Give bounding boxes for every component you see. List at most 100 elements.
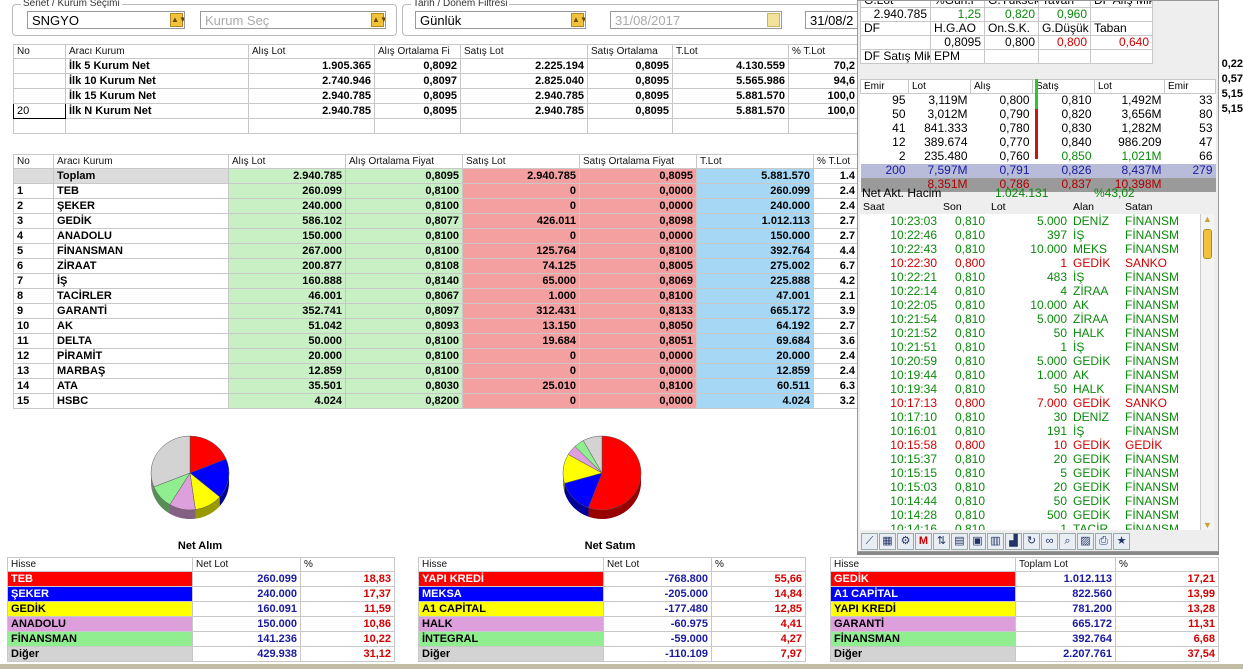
book-row[interactable]: 2 235.480 0,760 0,850 1,021M 66 [861, 150, 1216, 164]
scroll-thumb[interactable] [1203, 229, 1212, 259]
book-row[interactable]: 12 389.674 0,770 0,840 986.209 47 [861, 136, 1216, 150]
calendar-icon[interactable]: ▣ [969, 533, 986, 550]
trade-row[interactable]: 10:15:15 0,810 5 GEDİK FİNANSM [860, 466, 1200, 480]
trade-row[interactable]: 10:22:46 0,810 397 İŞ FİNANSM [860, 228, 1200, 242]
table-row[interactable]: Toplam 2.940.785 0,8095 2.940.785 0,8095 5.88… [13, 168, 859, 184]
date-to-field[interactable]: 31/08/2 [805, 11, 865, 29]
chart-icon[interactable]: ⟋ [861, 533, 878, 550]
document-icon[interactable]: ▤ [951, 533, 968, 550]
list-item[interactable]: ANADOLU 150.000 10,86 [7, 616, 395, 632]
table-row[interactable]: 3 GEDİK 586.102 0,8077 426.011 0,8098 1.012.11… [13, 213, 859, 229]
table-cell: 0,8100 [345, 198, 463, 214]
list-item[interactable]: A1 CAPİTAL 822.560 13,99 [830, 586, 1219, 602]
trade-row[interactable]: 10:19:34 0,810 50 HALK FİNANSM [860, 382, 1200, 396]
m-icon[interactable]: M [915, 533, 932, 550]
list-item[interactable]: Diğer -110.109 7,97 [418, 646, 806, 662]
dropdown-arrow-icon[interactable]: ▲▼ [371, 13, 385, 27]
calendar-icon[interactable] [767, 13, 780, 27]
list-item[interactable]: Diğer 429.938 31,12 [7, 646, 395, 662]
dropdown-arrow-icon[interactable]: ▲▼ [571, 13, 585, 27]
trade-row[interactable]: 10:14:28 0,810 500 GEDİK FİNANSM [860, 508, 1200, 522]
binoculars-icon[interactable]: ∞ [1041, 533, 1058, 550]
trade-row[interactable]: 10:15:37 0,810 20 GEDİK FİNANSM [860, 452, 1200, 466]
pattern-icon[interactable]: ▨ [1077, 533, 1094, 550]
list-item[interactable]: İNTEGRAL -59.000 4,27 [418, 631, 806, 647]
n-input[interactable]: 20 [13, 103, 66, 119]
list-item[interactable]: ŞEKER 240.000 17,37 [7, 586, 395, 602]
table-row[interactable]: 2 ŞEKER 240.000 0,8100 0 0,0000 240.000 2.4 [13, 198, 859, 214]
table-row[interactable]: 7 İŞ 160.888 0,8140 65.000 0,8069 225.888 4.2 [13, 273, 859, 289]
scroll-up-icon[interactable]: ▲ [1201, 214, 1214, 227]
table-row[interactable]: 13 MARBAŞ 12.859 0,8100 0 0,0000 12.859 2.4 [13, 363, 859, 379]
table-row[interactable]: 12 PİRAMİT 20.000 0,8100 0 0,0000 20.000 2.4 [13, 348, 859, 364]
table-cell: 0 [462, 363, 580, 379]
list-item[interactable]: Diğer 2.207.761 37,54 [830, 646, 1219, 662]
table-row[interactable]: 8 TACİRLER 46.001 0,8067 1.000 0,8100 47.001 2.… [13, 288, 859, 304]
trades-scrollbar[interactable]: ▲ ▼ [1200, 214, 1214, 530]
trade-row[interactable]: 10:23:03 0,810 5.000 DENİZ FİNANSM [860, 214, 1200, 228]
trade-row[interactable]: 10:17:13 0,800 7.000 GEDİK SANKO [860, 396, 1200, 410]
scroll-down-icon[interactable]: ▼ [1201, 520, 1214, 530]
table-row[interactable]: 9 GARANTİ 352.741 0,8097 312.431 0,8133 665.17… [13, 303, 859, 319]
tools-icon[interactable]: ⚙ [897, 533, 914, 550]
empty-cell [984, 49, 1039, 64]
list-item[interactable]: HALK -60.975 4,41 [418, 616, 806, 632]
table-row[interactable]: 10 AK 51.042 0,8093 13.150 0,8050 64.192 2.7 [13, 318, 859, 334]
trade-row[interactable]: 10:15:58 0,800 10 GEDİK GEDİK [860, 438, 1200, 452]
table-row[interactable]: 14 ATA 35.501 0,8030 25.010 0,8100 60.511 6.3 [13, 378, 859, 394]
trade-row[interactable]: 10:17:10 0,810 30 DENİZ FİNANSM [860, 410, 1200, 424]
list-item[interactable]: YAPI KREDİ 781.200 13,28 [830, 601, 1219, 617]
trade-row[interactable]: 10:14:16 0,810 1 TACİR FİNANSM [860, 522, 1200, 530]
list-item[interactable]: YAPI KREDİ -768.800 55,66 [418, 571, 806, 587]
table-row[interactable]: 6 ZİRAAT 200.877 0,8108 74.125 0,8005 275.002 6… [13, 258, 859, 274]
table-icon[interactable]: ▥ [987, 533, 1004, 550]
list-item[interactable]: FİNANSMAN 392.764 6,68 [830, 631, 1219, 647]
print-icon[interactable]: ⎙ [1095, 533, 1112, 550]
trade-row[interactable]: 10:22:30 0,800 1 GEDİK SANKO [860, 256, 1200, 270]
table-row[interactable]: 15 HSBC 4.024 0,8200 0 0,0000 4.024 3.2 [13, 393, 859, 409]
summary-row[interactable]: İlk 15 Kurum Net 2.940.785 0,8095 2.940.785… [13, 88, 859, 104]
trade-row[interactable]: 10:19:44 0,810 1.000 AK FİNANSM [860, 368, 1200, 382]
table-row[interactable]: 11 DELTA 50.000 0,8100 19.684 0,8051 69.684 3.6 [13, 333, 859, 349]
list-item[interactable]: MEKSA -205.000 14,84 [418, 586, 806, 602]
list-item[interactable]: TEB 260.099 18,83 [7, 571, 395, 587]
table-row[interactable]: 4 ANADOLU 150.000 0,8100 0 0,0000 150.000 2.7 [13, 228, 859, 244]
trade-row[interactable]: 10:20:59 0,810 5.000 GEDİK FİNANSM [860, 354, 1200, 368]
bar-chart-icon[interactable]: ▟ [1005, 533, 1022, 550]
trade-row[interactable]: 10:21:51 0,810 1 İŞ FİNANSM [860, 340, 1200, 354]
summary-row[interactable]: İlk 5 Kurum Net 1.905.365 0,8092 2.225.194 0… [13, 58, 859, 74]
list-item[interactable]: GEDİK 160.091 11,59 [7, 601, 395, 617]
book-row[interactable]: 95 3,119M 0,800 0,810 1,492M 33 [861, 94, 1216, 108]
trade-row[interactable]: 10:22:14 0,810 4 ZİRAA FİNANSM [860, 284, 1200, 298]
trade-row[interactable]: 10:16:01 0,810 191 İŞ FİNANSM [860, 424, 1200, 438]
sort-icon[interactable]: ⇅ [933, 533, 950, 550]
table-row[interactable]: 1 TEB 260.099 0,8100 0 0,0000 260.099 2.4 [13, 183, 859, 199]
grid-icon[interactable]: ▦ [879, 533, 896, 550]
trade-row[interactable]: 10:22:21 0,810 483 İŞ FİNANSM [860, 270, 1200, 284]
list-item[interactable]: A1 CAPİTAL -177.480 12,85 [418, 601, 806, 617]
table-cell: 0 [462, 228, 580, 244]
search-icon[interactable]: ⌕ [1059, 533, 1076, 550]
period-combo[interactable]: Günlük ▲▼ [415, 11, 586, 29]
date-from-field[interactable]: 31/08/2017 [610, 11, 782, 29]
trades-list[interactable]: Saat Son Lot Alan Satan 10:23:03 0,810 5.000 DEN… [860, 200, 1200, 530]
list-item[interactable]: GARANTİ 665.172 11,31 [830, 616, 1219, 632]
trade-row[interactable]: 10:14:44 0,810 50 GEDİK FİNANSM [860, 494, 1200, 508]
trade-row[interactable]: 10:22:43 0,810 10.000 MEKS FİNANSM [860, 242, 1200, 256]
summary-row[interactable]: İlk 10 Kurum Net 2.740.946 0,8097 2.825.040… [13, 73, 859, 89]
dropdown-arrow-icon[interactable]: ▲▼ [170, 13, 184, 27]
summary-row[interactable]: 20 İlk N Kurum Net 2.940.785 0,8095 2.940.78… [13, 103, 859, 119]
trade-row[interactable]: 10:22:05 0,810 10.000 AK FİNANSM [860, 298, 1200, 312]
trade-row[interactable]: 10:15:03 0,810 20 GEDİK FİNANSM [860, 480, 1200, 494]
list-item[interactable]: GEDİK 1.012.113 17,21 [830, 571, 1219, 587]
table-row[interactable]: 5 FİNANSMAN 267.000 0,8100 125.764 0,8100 392.… [13, 243, 859, 259]
trade-row[interactable]: 10:21:52 0,810 50 HALK FİNANSM [860, 326, 1200, 340]
star-icon[interactable]: ★ [1113, 533, 1130, 550]
book-row[interactable]: 50 3,012M 0,790 0,820 3,656M 80 [861, 108, 1216, 122]
list-item[interactable]: FİNANSMAN 141.236 10,22 [7, 631, 395, 647]
symbol-combo[interactable]: SNGYO ▲▼ [27, 11, 185, 29]
refresh-icon[interactable]: ↻ [1023, 533, 1040, 550]
trade-row[interactable]: 10:21:54 0,810 5.000 ZİRAA FİNANSM [860, 312, 1200, 326]
kurum-combo[interactable]: Kurum Seç ▲▼ [200, 11, 386, 29]
book-row[interactable]: 41 841.333 0,780 0,830 1,282M 53 [861, 122, 1216, 136]
